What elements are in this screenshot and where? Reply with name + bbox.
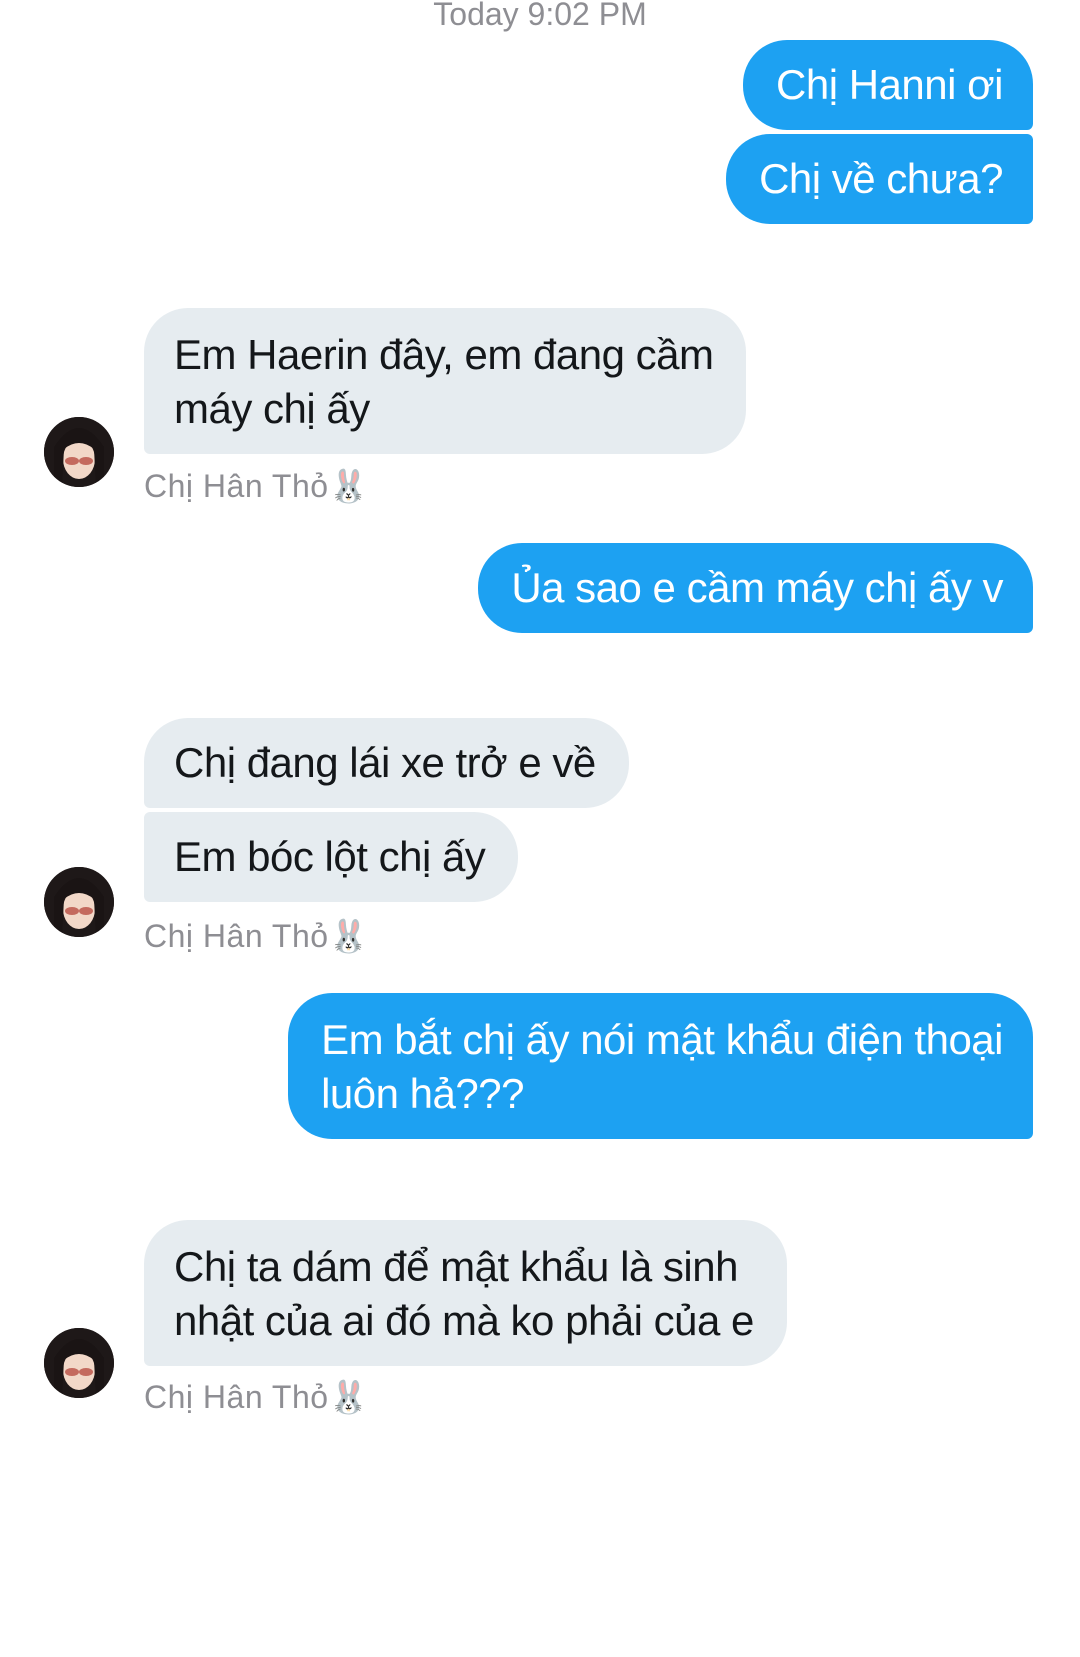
message-text-line: Em Haerin đây, em đang cầm [174,331,714,378]
message-text-line: Em bắt chị ấy nói mật khẩu điện thoại [321,1016,1003,1063]
received-message-bubble[interactable]: Chị ta dám để mật khẩu là sinh nhật của … [144,1220,787,1366]
sent-message-bubble[interactable]: Chị Hanni ơi [743,40,1033,130]
sender-name: Chị Hân Thỏ🐰 [144,468,369,504]
received-message-bubble[interactable]: Em Haerin đây, em đang cầm máy chị ấy [144,308,747,454]
message-text: Chị đang lái xe trở e về [174,739,596,786]
message-text: Chị về chưa? [759,155,1003,202]
received-message-bubble[interactable]: Em bóc lột chị ấy [144,812,519,902]
sender-avatar[interactable] [44,417,114,487]
message-text: Ủa sao e cầm máy chị ấy v [511,564,1003,611]
sent-message-bubble[interactable]: Chị về chưa? [726,134,1033,224]
message-text-line: luôn hả??? [321,1070,524,1117]
sent-message-bubble[interactable]: Ủa sao e cầm máy chị ấy v [478,543,1033,633]
message-text: Chị Hanni ơi [776,61,1003,108]
sender-avatar[interactable] [44,1328,114,1398]
timestamp: Today 9:02 PM [433,0,647,32]
sender-avatar[interactable] [44,867,114,937]
message-text-line: Chị ta dám để mật khẩu là sinh [174,1243,738,1290]
sender-name: Chị Hân Thỏ🐰 [144,918,369,954]
message-text-line: máy chị ấy [174,385,370,432]
sender-name: Chị Hân Thỏ🐰 [144,1379,369,1415]
received-message-bubble[interactable]: Chị đang lái xe trở e về [144,718,629,808]
message-text: Em bóc lột chị ấy [174,833,486,880]
message-text-line: nhật của ai đó mà ko phải của e [174,1297,754,1344]
sent-message-bubble[interactable]: Em bắt chị ấy nói mật khẩu điện thoại lu… [288,993,1033,1139]
